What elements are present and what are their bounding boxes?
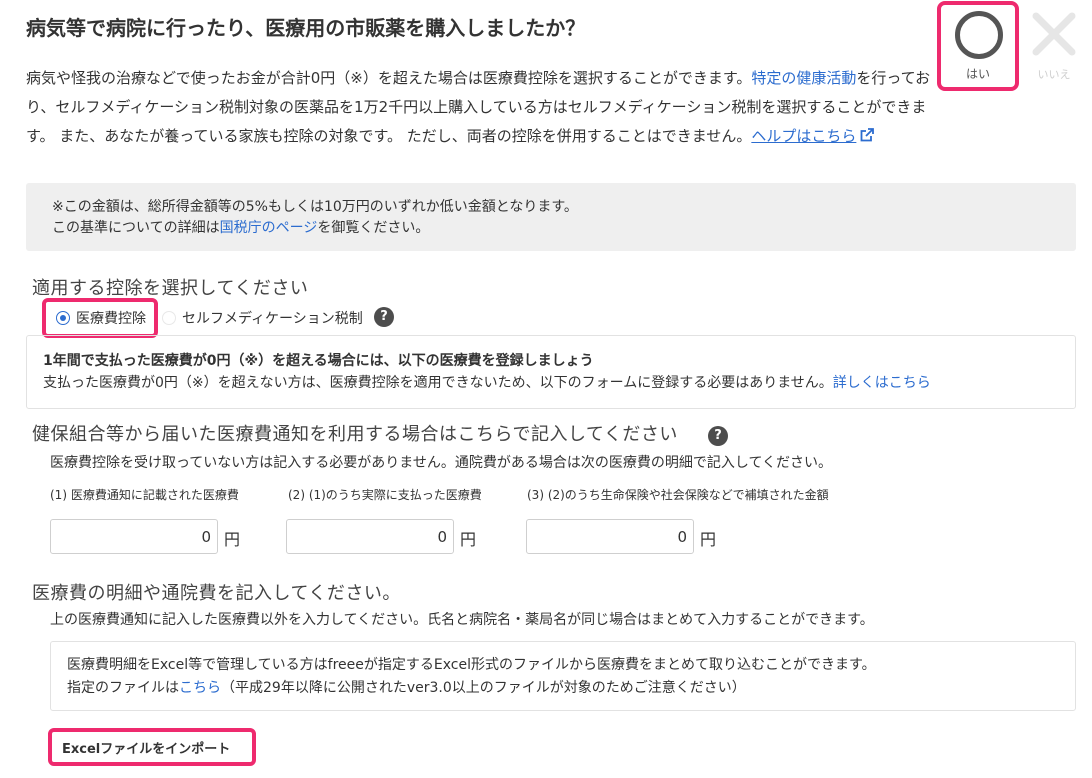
no-label: いいえ [1037,68,1071,81]
kenpo-section-title: 健保組合等から届いた医療費通知を利用する場合はこちらで記入してください [32,420,678,446]
compensated-amount-input[interactable] [526,519,694,554]
question-mark-icon[interactable]: ? [708,426,728,446]
yen-unit: 円 [224,530,241,549]
details-description: 上の医療費通知に記入した医療費以外を入力してください。氏名と病院名・薬局名が同じ… [50,612,874,628]
info-text: 支払った医療費が0円（※）を超えない方は、医療費控除を適用できないため、以下のフ… [43,372,1075,394]
note-line-2: この基準についての詳細は国税庁のページを御覧ください。 [52,218,1076,239]
excel-info-line-1: 医療費明細をExcel等で管理している方はfreeeが指定するExcel形式のフ… [67,657,876,673]
radio-self-medication[interactable] [162,311,176,325]
excel-import-info: 医療費明細をExcel等で管理している方はfreeeが指定するExcel形式のフ… [50,641,1076,711]
circle-icon [955,11,1003,59]
cross-icon [1032,12,1076,56]
threshold-note: ※この金額は、総所得金額等の5%もしくは10万円のいずれか低い金額となります。 … [26,183,1076,251]
info-heading: 1年間で支払った医療費が0円（※）を超える場合には、以下の医療費を登録しましょう [43,353,594,369]
yes-label: はい [965,67,990,81]
deduction-select-title: 適用する控除を選択してください [32,278,309,299]
nta-page-link[interactable]: 国税庁のページ [220,220,318,236]
field-label-compensated-amount: (3) (2)のうち生命保険や社会保険などで補填された金額 [527,488,829,502]
intro-text-1: 病気や怪我の治療などで使ったお金が合計0円（※）を超えた場合は医療費控除を選択す… [26,69,752,87]
details-section-title: 医療費の明細や通院費を記入してください。 [32,583,401,604]
kenpo-description: 医療費控除を受け取っていない方は記入する必要がありません。通院費がある場合は次の… [50,455,833,471]
question-mark-icon[interactable]: ? [374,307,394,327]
radio-label-self-medication[interactable]: セルフメディケーション税制 [182,308,363,328]
excel-import-button[interactable]: Excelファイルをインポート [48,728,256,766]
question-title: 病気等で病院に行ったり、医療用の市販薬を購入しましたか？ [26,16,586,40]
field-label-paid-amount: (2) (1)のうち実際に支払った医療費 [288,488,482,502]
radio-medical-expense[interactable] [56,311,70,325]
note-line-1: ※この金額は、総所得金額等の5%もしくは10万円のいずれか低い金額となります。 [52,199,578,215]
template-file-link[interactable]: こちら [179,680,221,696]
external-link-icon[interactable] [859,127,875,143]
question-intro: 病気や怪我の治療などで使ったお金が合計0円（※）を超えた場合は医療費控除を選択す… [26,64,931,151]
kenpo-title-text: 健保組合等から届いた医療費通知を利用する場合はこちらで記入してください [32,424,678,445]
yen-unit: 円 [460,530,477,549]
registration-info: 1年間で支払った医療費が0円（※）を超える場合には、以下の医療費を登録しましょう… [26,335,1076,409]
note-line-2-post: を御覧ください。 [317,220,430,236]
note-line-2-pre: この基準についての詳細は [52,220,220,236]
yes-button[interactable]: はい [937,1,1019,91]
excel-info-line-2: 指定のファイルはこちら（平成29年以降に公開されたver3.0以上のファイルが対… [67,677,1075,700]
excel-info-post: （平成29年以降に公開されたver3.0以上のファイルが対象のためご注意ください… [221,680,746,696]
radio-label-medical-expense[interactable]: 医療費控除 [76,308,146,328]
no-button[interactable]: いいえ [1026,6,1082,86]
excel-info-pre: 指定のファイルは [67,680,179,696]
health-activity-link[interactable]: 特定の健康活動 [751,69,856,87]
notice-amount-input[interactable] [50,519,218,554]
help-link[interactable]: ヘルプはこちら [751,127,856,145]
info-text-body: 支払った医療費が0円（※）を超えない方は、医療費控除を適用できないため、以下のフ… [43,375,833,391]
field-label-notice-amount: (1) 医療費通知に記載された医療費 [50,488,239,502]
yen-unit: 円 [700,530,717,549]
paid-amount-input[interactable] [286,519,454,554]
details-link[interactable]: 詳しくはこちら [833,375,931,391]
